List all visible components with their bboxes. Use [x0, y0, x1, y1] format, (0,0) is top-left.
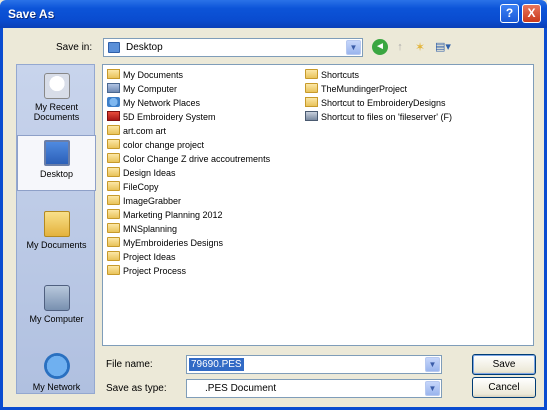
- folder-icon: [107, 265, 120, 275]
- places-bar: My Recent Documents Desktop My Documents…: [16, 64, 96, 394]
- list-item[interactable]: Shortcuts: [305, 69, 359, 82]
- list-item[interactable]: Marketing Planning 2012: [107, 209, 223, 222]
- place-label: My Network: [32, 382, 81, 392]
- network-drive-icon: [305, 111, 318, 121]
- place-my-recent-documents[interactable]: My Recent Documents: [17, 73, 96, 122]
- folder-icon: [305, 69, 318, 79]
- list-item[interactable]: TheMundingerProject: [305, 83, 407, 96]
- list-item[interactable]: My Documents: [107, 69, 183, 82]
- list-item[interactable]: 5D Embroidery System: [107, 111, 216, 124]
- place-label: My Recent Documents: [33, 102, 80, 122]
- chevron-down-icon[interactable]: ▼: [425, 357, 440, 372]
- place-my-network[interactable]: My Network: [17, 353, 96, 392]
- folder-icon: [107, 237, 120, 247]
- window-title: Save As: [8, 7, 55, 21]
- save-in-label: Save in:: [56, 42, 93, 53]
- list-item[interactable]: Design Ideas: [107, 167, 176, 180]
- file-name-input[interactable]: 79690.PES ▼: [186, 355, 442, 374]
- folder-icon: [107, 139, 120, 149]
- save-in-value: Desktop: [126, 42, 163, 53]
- list-item[interactable]: Project Process: [107, 265, 186, 278]
- place-desktop[interactable]: Desktop: [17, 135, 96, 191]
- desktop-icon: [43, 140, 70, 166]
- list-item[interactable]: FileCopy: [107, 181, 159, 194]
- file-list[interactable]: My Documents My Computer My Network Plac…: [102, 64, 534, 346]
- folder-icon: [107, 209, 120, 219]
- list-item[interactable]: ImageGrabber: [107, 195, 181, 208]
- desktop-icon: [108, 42, 120, 53]
- save-in-dropdown[interactable]: Desktop ▼: [103, 38, 363, 57]
- close-button[interactable]: X: [522, 4, 541, 23]
- folder-icon: [107, 181, 120, 191]
- folder-icon: [107, 153, 120, 163]
- my-network-icon: [43, 353, 70, 379]
- save-as-type-value: .PES Document: [205, 383, 277, 394]
- app-icon: [107, 111, 120, 121]
- chevron-down-icon[interactable]: ▼: [425, 381, 440, 396]
- shortcut-folder-icon: [305, 97, 318, 107]
- recent-documents-icon: [43, 73, 70, 99]
- new-folder-icon[interactable]: ✶: [412, 39, 428, 55]
- list-item[interactable]: Project Ideas: [107, 251, 176, 264]
- my-documents-icon: [107, 69, 120, 79]
- list-item[interactable]: art.com art: [107, 125, 166, 138]
- file-name-label: File name:: [106, 359, 153, 370]
- back-icon[interactable]: ◄: [372, 39, 388, 55]
- place-label: Desktop: [39, 169, 74, 179]
- place-label: My Documents: [26, 240, 87, 250]
- views-menu-icon[interactable]: ▤▾: [432, 39, 454, 55]
- list-item[interactable]: MyEmbroideries Designs: [107, 237, 223, 250]
- list-item[interactable]: MNSplanning: [107, 223, 177, 236]
- folder-icon: [107, 251, 120, 261]
- network-icon: [107, 97, 120, 107]
- list-item[interactable]: Shortcut to EmbroideryDesigns: [305, 97, 446, 110]
- my-computer-icon: [43, 285, 70, 311]
- folder-icon: [305, 83, 318, 93]
- list-item[interactable]: Color Change Z drive accoutrements: [107, 153, 270, 166]
- save-as-type-label: Save as type:: [106, 383, 167, 394]
- list-item[interactable]: color change project: [107, 139, 204, 152]
- help-button[interactable]: ?: [500, 4, 519, 23]
- folder-icon: [107, 167, 120, 177]
- chevron-down-icon[interactable]: ▼: [346, 40, 361, 55]
- place-my-documents[interactable]: My Documents: [17, 211, 96, 250]
- folder-icon: [107, 125, 120, 135]
- title-bar[interactable]: Save As ? X: [0, 0, 547, 28]
- cancel-button[interactable]: Cancel: [472, 377, 536, 398]
- place-my-computer[interactable]: My Computer: [17, 285, 96, 324]
- folder-icon: [107, 223, 120, 233]
- folder-icon: [107, 195, 120, 205]
- file-name-value[interactable]: 79690.PES: [189, 358, 244, 371]
- place-label: My Computer: [29, 314, 84, 324]
- my-computer-icon: [107, 83, 120, 93]
- my-documents-icon: [43, 211, 70, 237]
- save-button[interactable]: Save: [472, 354, 536, 375]
- list-item[interactable]: My Network Places: [107, 97, 200, 110]
- list-item[interactable]: My Computer: [107, 83, 177, 96]
- list-item[interactable]: Shortcut to files on 'fileserver' (F): [305, 111, 452, 124]
- up-one-level-icon[interactable]: ↑: [392, 39, 408, 55]
- save-as-type-dropdown[interactable]: .PES Document ▼: [186, 379, 442, 398]
